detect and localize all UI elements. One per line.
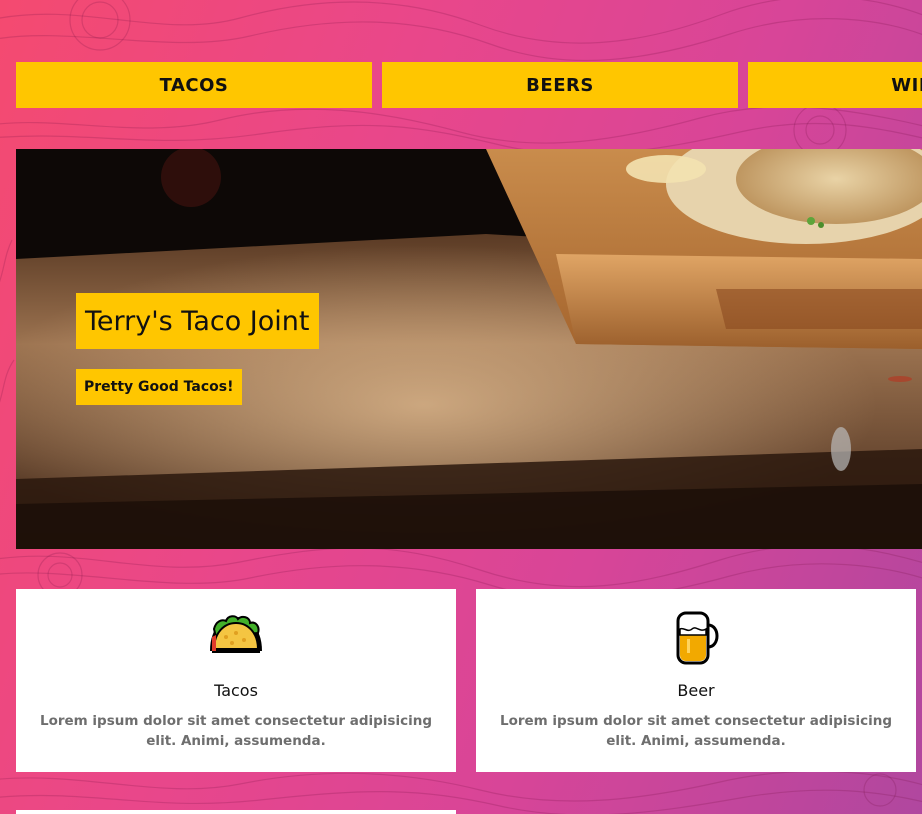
feature-card-tacos: Tacos Lorem ipsum dolor sit amet consect… (16, 589, 456, 772)
hero-banner: Terry's Taco Joint Pretty Good Tacos! (16, 149, 922, 549)
feature-description: Lorem ipsum dolor sit amet consectetur a… (499, 713, 893, 749)
feature-card-beer: Beer Lorem ipsum dolor sit amet consecte… (476, 589, 916, 772)
taco-icon (210, 615, 262, 653)
nav-item-tacos[interactable]: TACOS (16, 62, 372, 108)
nav-item-wines[interactable]: WINES (748, 62, 922, 108)
feature-card-partial (16, 810, 456, 814)
main-navigation: TACOS BEERS WINES (16, 62, 922, 108)
hero-subtitle: Pretty Good Tacos! (76, 369, 242, 405)
nav-item-beers[interactable]: BEERS (382, 62, 738, 108)
beer-mug-icon (676, 611, 719, 665)
feature-title: Beer (677, 681, 715, 700)
feature-title: Tacos (214, 681, 258, 700)
hero-photo (16, 149, 922, 549)
feature-description: Lorem ipsum dolor sit amet consectetur a… (39, 713, 433, 749)
hero-title: Terry's Taco Joint (76, 293, 319, 349)
